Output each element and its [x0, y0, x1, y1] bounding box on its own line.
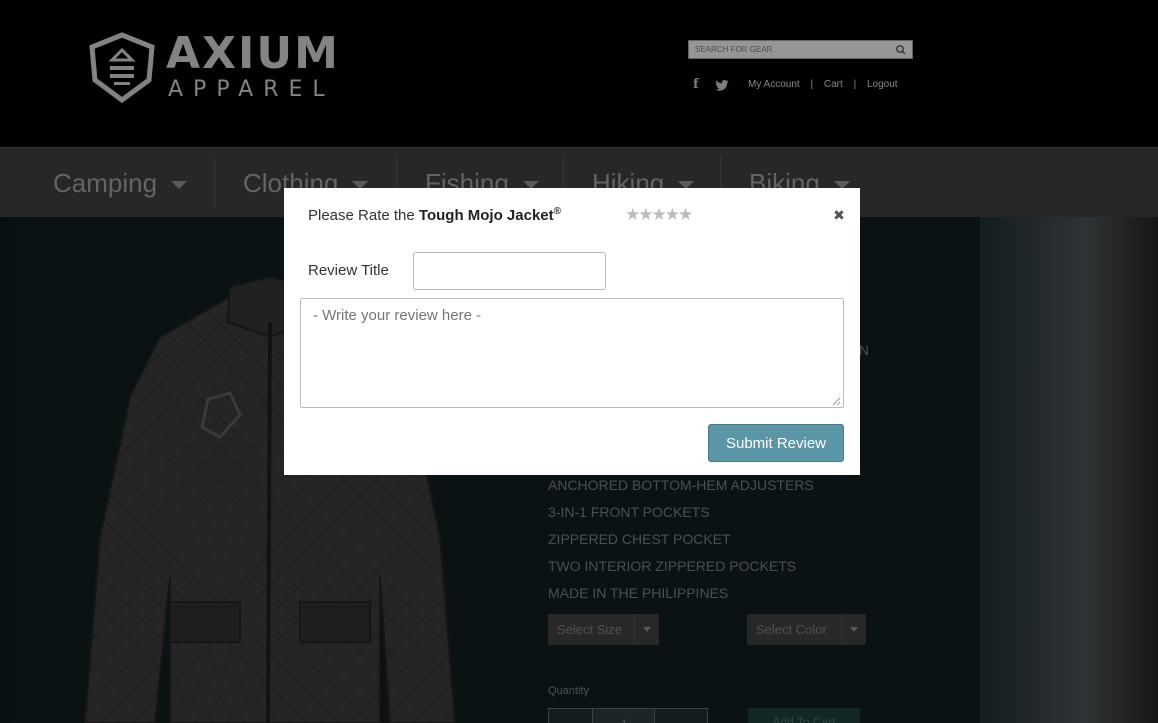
- modal-title-prefix: Please Rate the: [308, 207, 419, 224]
- product-name: Tough Mojo Jacket: [418, 207, 554, 224]
- submit-review-button[interactable]: Submit Review: [708, 424, 844, 462]
- close-icon[interactable]: ✖: [832, 208, 846, 222]
- resize-handle-icon[interactable]: [831, 396, 841, 406]
- trademark-symbol: ®: [553, 206, 562, 217]
- review-title-input[interactable]: [413, 252, 606, 290]
- review-modal: Please Rate the Tough Mojo Jacket® ★★★★★…: [284, 188, 860, 475]
- review-textarea[interactable]: [300, 298, 844, 408]
- review-title-label: Review Title: [308, 262, 389, 279]
- page: AXIUM APPAREL f My Account | Cart | Logo…: [0, 0, 1158, 723]
- star-rating[interactable]: ★★★★★: [625, 205, 693, 225]
- modal-title: Please Rate the Tough Mojo Jacket®: [308, 206, 561, 224]
